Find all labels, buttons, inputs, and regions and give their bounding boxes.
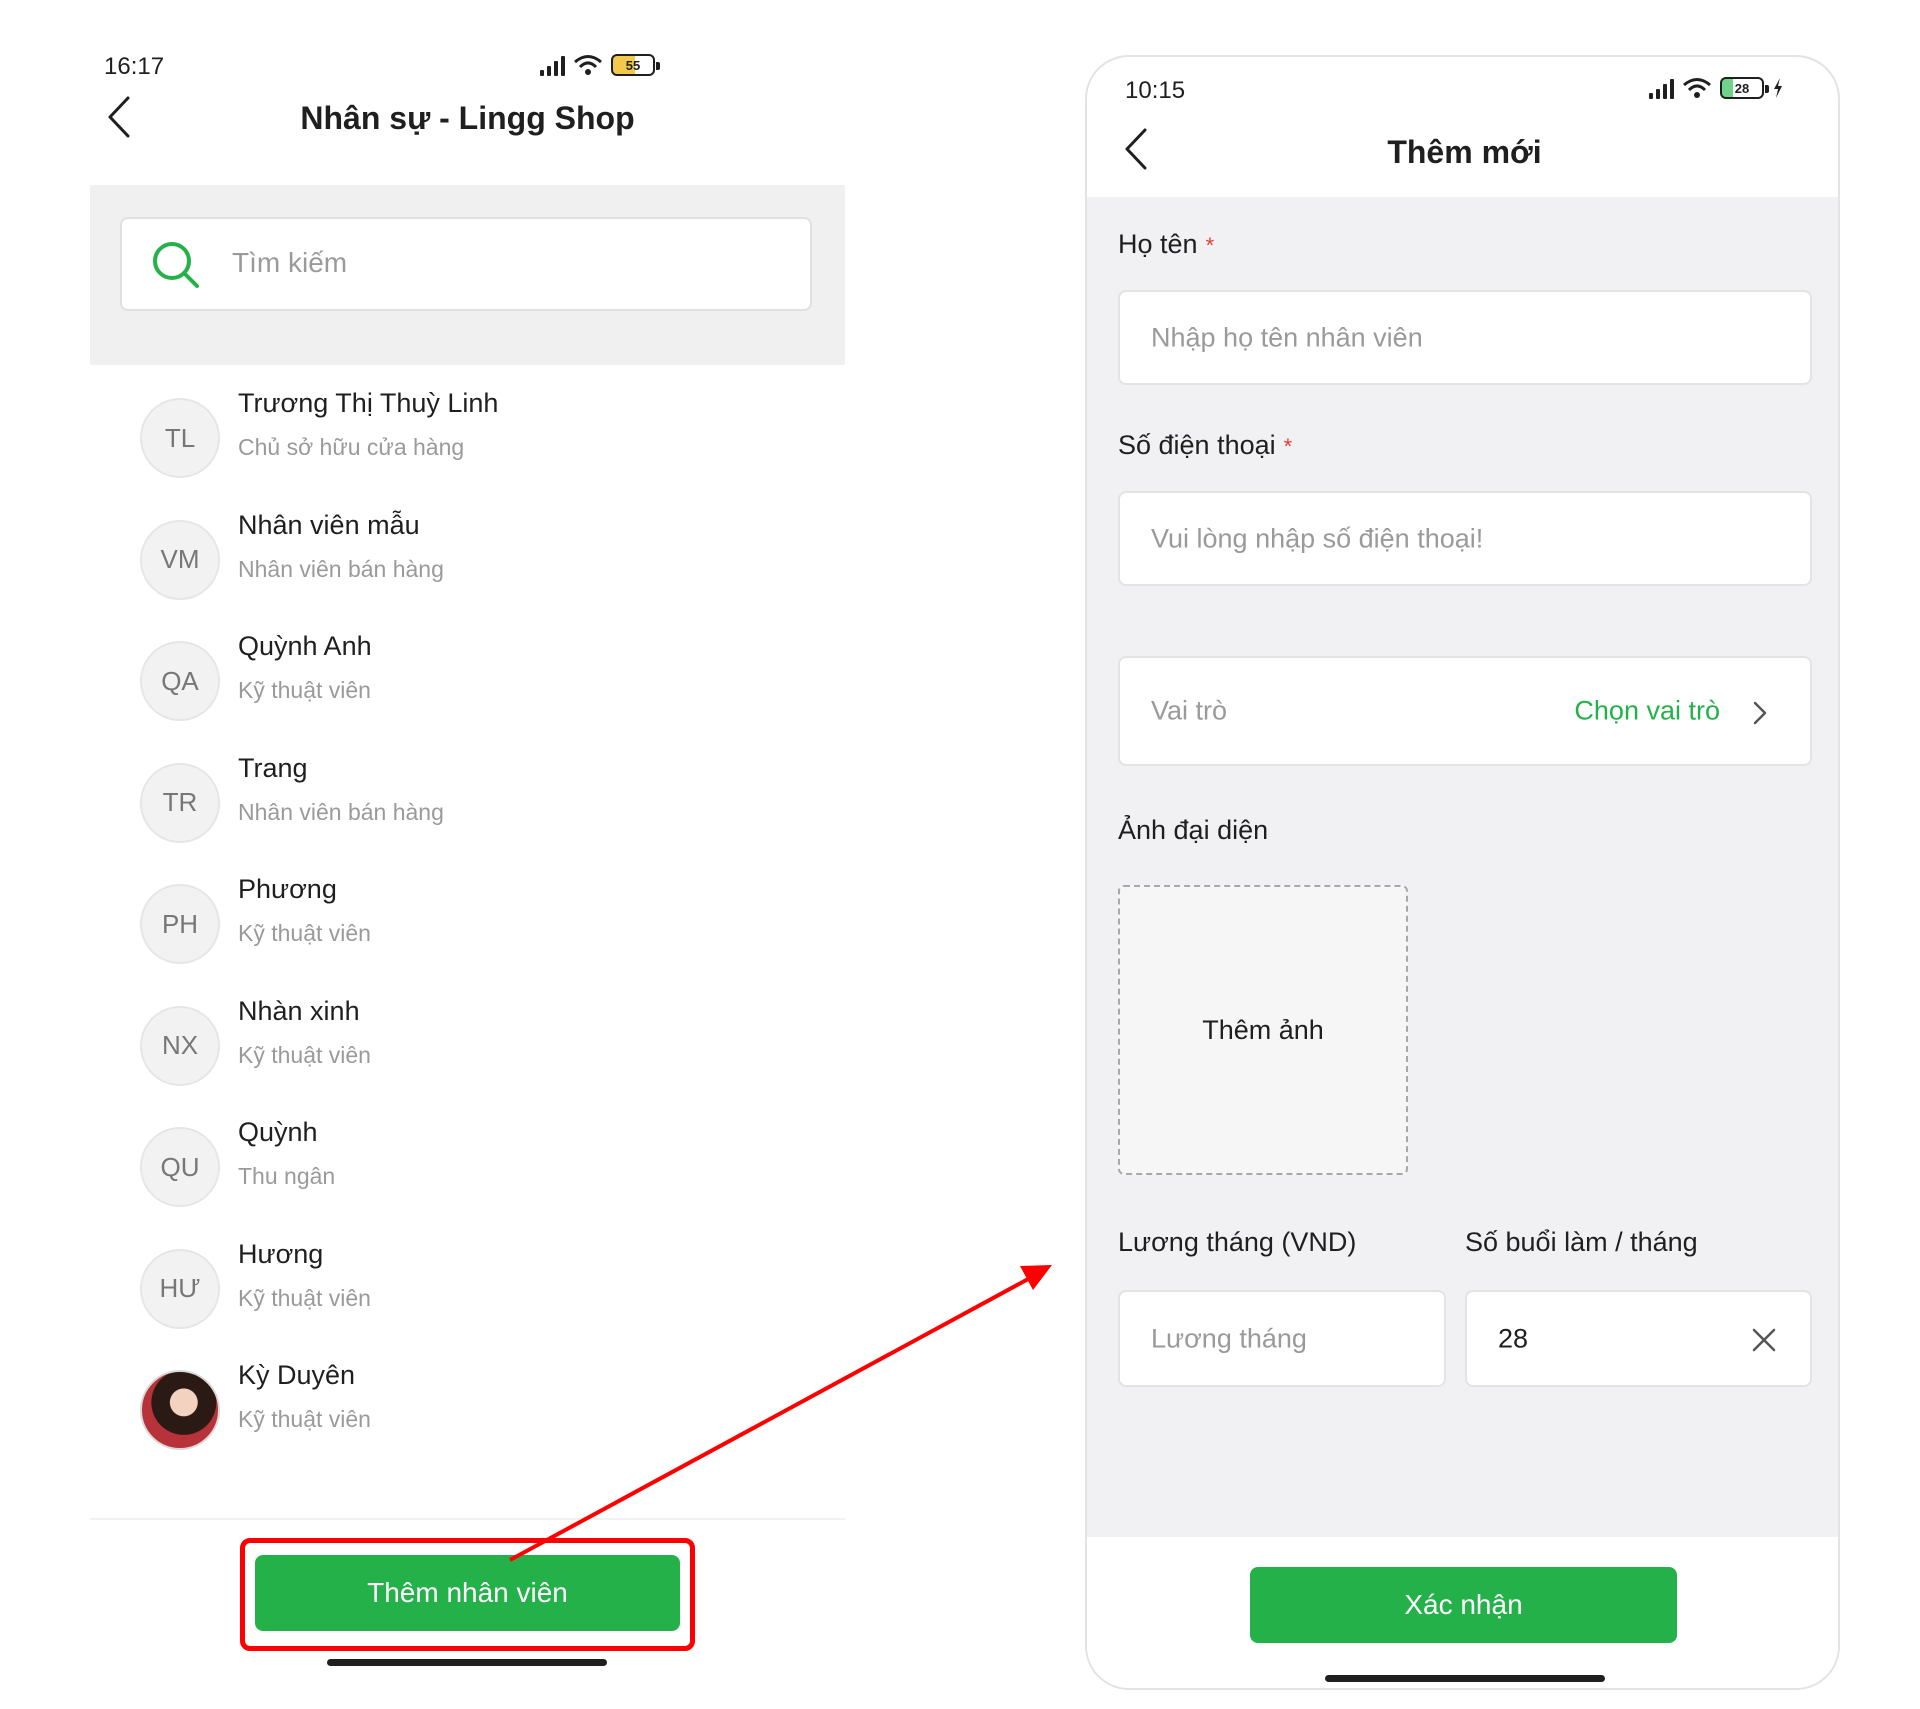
- name-label: Họ tên *: [1118, 229, 1214, 260]
- role-select-link[interactable]: Chọn vai trò: [1574, 696, 1720, 727]
- status-time: 10:15: [1125, 77, 1186, 104]
- staff-role: Kỹ thuật viên: [238, 1406, 371, 1432]
- avatar: TR: [140, 762, 220, 843]
- staff-name: Phương: [238, 874, 337, 904]
- staff-list-screen: 16:17 55 Nhân sự - Lingg Shop Tìm kiếm T…: [90, 50, 845, 1680]
- signal-icon: [540, 54, 565, 76]
- salary-label: Lương tháng (VND): [1118, 1227, 1357, 1257]
- staff-name: Trang: [238, 752, 308, 783]
- home-indicator: [1325, 1675, 1605, 1682]
- battery-icon: 55: [611, 54, 660, 76]
- add-staff-button[interactable]: Thêm nhân viên: [255, 1555, 680, 1631]
- staff-row[interactable]: VM Nhân viên mẫu Nhân viên bán hàng: [90, 510, 845, 640]
- required-mark: *: [1205, 233, 1215, 258]
- sessions-field[interactable]: 28: [1465, 1290, 1812, 1387]
- staff-name: Kỳ Duyên: [238, 1360, 356, 1390]
- search-placeholder: Tìm kiếm: [232, 247, 348, 278]
- sessions-label: Số buổi làm / tháng: [1465, 1227, 1698, 1257]
- avatar: NX: [140, 1005, 220, 1086]
- avatar: QA: [140, 641, 220, 721]
- wifi-icon: [1683, 78, 1711, 98]
- page-title: Thêm mới: [1387, 134, 1542, 170]
- staff-name: Hương: [238, 1238, 324, 1269]
- signal-icon: [1649, 77, 1674, 99]
- staff-role: Nhân viên bán hàng: [238, 555, 444, 582]
- avatar: HƯ: [140, 1248, 220, 1329]
- phone-label: Số điện thoại *: [1118, 430, 1292, 461]
- status-icons: 55: [540, 54, 660, 76]
- search-icon: [153, 242, 199, 288]
- staff-row[interactable]: NX Nhàn xinh Kỹ thuật viên: [90, 996, 845, 1126]
- search-area: Tìm kiếm: [90, 185, 845, 365]
- avatar: VM: [140, 519, 220, 600]
- divider: [90, 1518, 845, 1520]
- avatar: QU: [140, 1127, 220, 1207]
- sessions-value: 28: [1498, 1323, 1529, 1353]
- name-label-text: Họ tên: [1118, 229, 1198, 259]
- role-selector[interactable]: Vai trò Chọn vai trò: [1118, 656, 1812, 766]
- battery-level: 28: [1734, 80, 1750, 96]
- battery-icon: 28: [1720, 77, 1769, 99]
- phone-placeholder: Vui lòng nhập số điện thoại!: [1151, 523, 1484, 553]
- staff-row[interactable]: HƯ Hương Kỹ thuật viên: [90, 1239, 845, 1369]
- page-title: Nhân sự - Lingg Shop: [300, 100, 635, 136]
- battery-level: 55: [625, 57, 641, 73]
- required-mark: *: [1283, 434, 1293, 459]
- role-label: Vai trò: [1151, 695, 1228, 726]
- phone-label-text: Số điện thoại: [1118, 430, 1276, 460]
- chevron-right-icon: [1753, 701, 1767, 725]
- confirm-button[interactable]: Xác nhận: [1250, 1567, 1677, 1643]
- staff-row[interactable]: PH Phương Kỹ thuật viên: [90, 874, 845, 1004]
- home-indicator: [327, 1659, 607, 1666]
- wifi-icon: [574, 55, 602, 75]
- staff-name: Trương Thị Thuỳ Linh: [238, 388, 499, 418]
- avatar-upload[interactable]: Thêm ảnh: [1118, 885, 1408, 1175]
- status-time: 16:17: [104, 53, 165, 80]
- staff-role: Kỹ thuật viên: [238, 677, 371, 703]
- avatar: PH: [140, 884, 220, 964]
- salary-field[interactable]: Lương tháng: [1118, 1290, 1446, 1387]
- name-field[interactable]: Nhập họ tên nhân viên: [1118, 290, 1812, 385]
- salary-placeholder: Lương tháng: [1151, 1323, 1307, 1353]
- phone-field[interactable]: Vui lòng nhập số điện thoại!: [1118, 491, 1812, 586]
- avatar: [140, 1370, 220, 1450]
- form-area: Họ tên * Nhập họ tên nhân viên Số điện th…: [1087, 197, 1838, 1537]
- staff-row[interactable]: QA Quỳnh Anh Kỹ thuật viên: [90, 631, 845, 761]
- name-placeholder: Nhập họ tên nhân viên: [1151, 322, 1423, 352]
- staff-row[interactable]: Kỳ Duyên Kỹ thuật viên: [90, 1360, 845, 1490]
- avatar-label: Ảnh đại diện: [1118, 815, 1269, 845]
- staff-role: Kỹ thuật viên: [238, 920, 371, 946]
- staff-name: Quỳnh: [238, 1117, 318, 1147]
- avatar: TL: [140, 398, 220, 478]
- status-icons: 28: [1649, 77, 1784, 99]
- charging-icon: [1774, 78, 1782, 98]
- staff-role: Kỹ thuật viên: [238, 1041, 371, 1068]
- staff-row[interactable]: QU Quỳnh Thu ngân: [90, 1117, 845, 1247]
- add-staff-screen: 10:15 28 Thêm mới Họ tên * Nhập họ tên nh…: [1085, 55, 1840, 1690]
- avatar-upload-label: Thêm ảnh: [1202, 1014, 1324, 1045]
- clear-icon[interactable]: [1750, 1326, 1778, 1354]
- staff-role: Nhân viên bán hàng: [238, 798, 444, 825]
- staff-role: Chủ sở hữu cửa hàng: [238, 434, 465, 460]
- staff-row[interactable]: TL Trương Thị Thuỳ Linh Chủ sở hữu cửa hàn…: [90, 388, 845, 518]
- staff-name: Nhân viên mẫu: [238, 509, 420, 540]
- staff-row[interactable]: TR Trang Nhân viên bán hàng: [90, 753, 845, 883]
- staff-name: Quỳnh Anh: [238, 631, 372, 661]
- staff-name: Nhàn xinh: [238, 995, 360, 1026]
- staff-role: Thu ngân: [238, 1163, 336, 1189]
- staff-role: Kỹ thuật viên: [238, 1284, 371, 1311]
- search-input[interactable]: Tìm kiếm: [120, 217, 812, 311]
